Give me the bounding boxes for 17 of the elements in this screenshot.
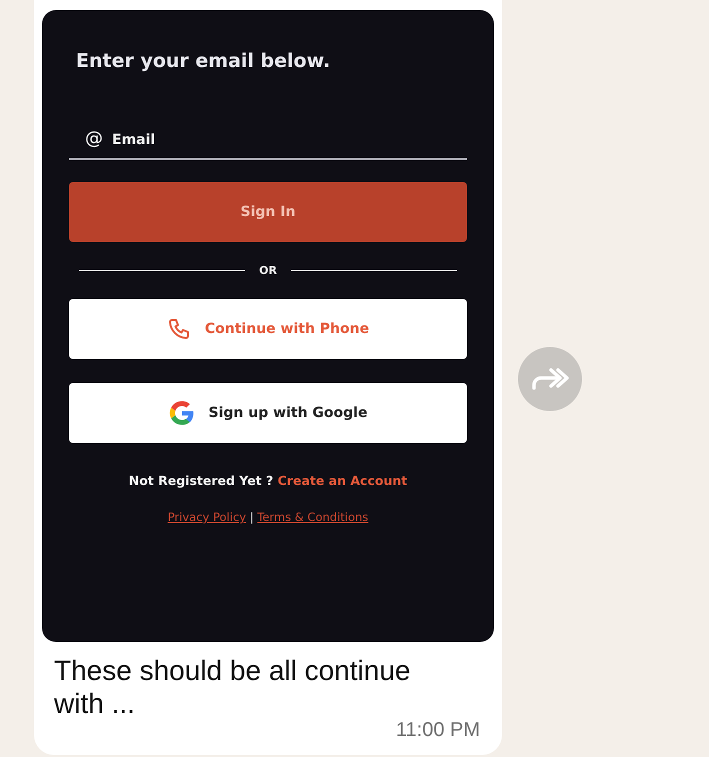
- phone-icon: [166, 317, 191, 341]
- footer-link[interactable]: Terms & Conditions: [257, 510, 368, 524]
- create-account-link[interactable]: Create an Account: [278, 473, 408, 488]
- message-time: 11:00 PM: [396, 720, 480, 740]
- form-heading: Enter your email below.: [76, 50, 332, 72]
- email-field[interactable]: @ Email: [69, 132, 467, 160]
- register-prompt: Not Registered Yet ?: [128, 473, 274, 488]
- phone-login-button[interactable]: Continue with Phone: [69, 299, 467, 359]
- google-g-icon: [168, 400, 195, 426]
- google-login-button[interactable]: Sign up with Google: [69, 383, 467, 443]
- link-separator: |: [250, 510, 254, 524]
- at-sign-icon: @: [85, 129, 103, 149]
- or-divider-label: OR: [259, 264, 277, 277]
- forward-icon: [531, 366, 569, 392]
- message-text: These should be all continue with ...: [54, 654, 412, 720]
- footer-link[interactable]: Privacy Policy: [168, 510, 246, 524]
- sign-in-button[interactable]: Sign In: [69, 182, 467, 242]
